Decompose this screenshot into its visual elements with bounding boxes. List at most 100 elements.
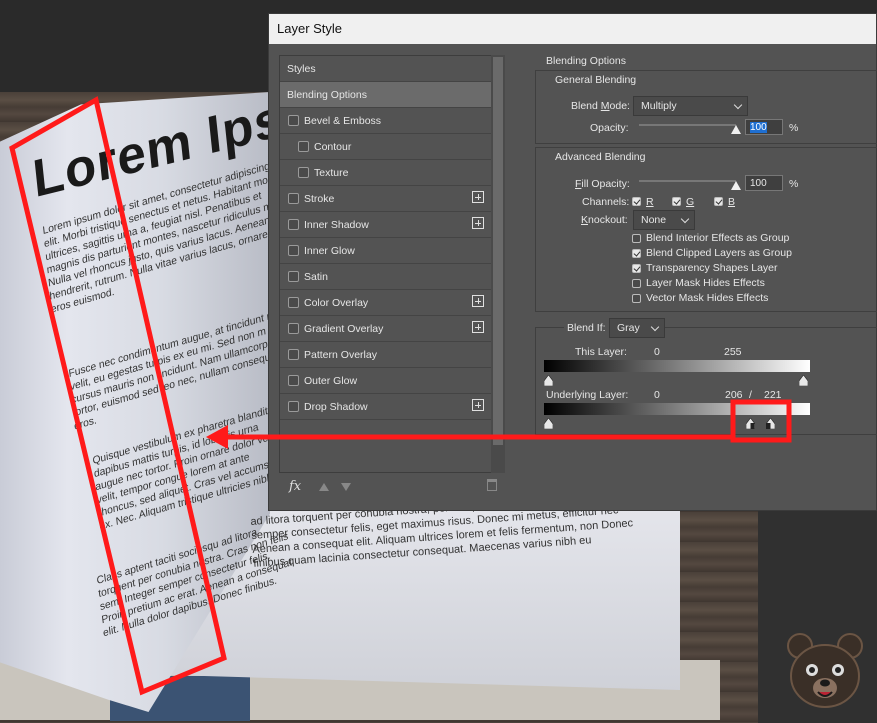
style-checkbox[interactable] [288, 323, 299, 334]
styles-scrollbar[interactable] [491, 55, 505, 473]
layer-style-dialog[interactable]: Layer Style Styles Blending Options Bevel … [268, 13, 877, 511]
dialog-titlebar[interactable]: Layer Style [269, 14, 876, 44]
underlying-white-slider-right-half[interactable] [766, 418, 775, 429]
opacity-slider-thumb[interactable] [731, 125, 741, 134]
add-effect-plus-icon[interactable] [472, 295, 484, 307]
option-blend-interior-effects-as-group-checkbox[interactable] [632, 234, 641, 243]
style-item-drop-shadow[interactable]: Drop Shadow [280, 394, 492, 420]
style-item-label: Drop Shadow [304, 400, 368, 413]
underlying-sep: / [749, 389, 752, 401]
add-effect-plus-icon[interactable] [472, 399, 484, 411]
style-item-label: Contour [314, 140, 352, 153]
style-item-stroke[interactable]: Stroke [280, 186, 492, 212]
option-layer-mask-hides-effects-checkbox[interactable] [632, 279, 641, 288]
option-label: Blend Clipped Layers as Group [646, 247, 792, 259]
this-layer-gradient[interactable] [544, 360, 810, 372]
style-checkbox[interactable] [298, 167, 309, 178]
opacity-slider[interactable] [639, 124, 736, 126]
opacity-label: Opacity: [590, 122, 629, 134]
style-item-pattern-overlay[interactable]: Pattern Overlay [280, 342, 492, 368]
style-checkbox[interactable] [288, 245, 299, 256]
blending-options-panel: Blending Options General Blending Blend … [524, 55, 877, 500]
option-transparency-shapes-layer-checkbox[interactable] [632, 264, 641, 273]
blend-if-dropdown[interactable]: Gray [609, 318, 665, 338]
style-checkbox[interactable] [288, 297, 299, 308]
channel-r-label: R [646, 196, 654, 208]
channel-b-label: B [728, 196, 736, 208]
this-layer-white-slider[interactable] [799, 375, 808, 386]
underlying-layer-gradient[interactable] [544, 403, 810, 415]
fill-opacity-slider[interactable] [639, 180, 736, 182]
style-item-label: Bevel & Emboss [304, 114, 382, 127]
underlying-low: 0 [654, 389, 660, 401]
option-vector-mask-hides-effects-checkbox[interactable] [632, 294, 641, 303]
opacity-input[interactable]: 100 [745, 119, 783, 135]
option-label: Vector Mask Hides Effects [646, 292, 769, 304]
scrollbar-thumb[interactable] [493, 57, 503, 445]
channel-r-checkbox[interactable] [632, 197, 641, 206]
style-item-styles[interactable]: Styles [280, 56, 492, 82]
style-item-inner-shadow[interactable]: Inner Shadow [280, 212, 492, 238]
style-item-label: Color Overlay [304, 296, 369, 309]
dialog-title: Layer Style [277, 21, 343, 36]
style-item-outer-glow[interactable]: Outer Glow [280, 368, 492, 394]
general-blending-title: General Blending [555, 74, 637, 86]
chevron-down-icon [650, 322, 660, 332]
chevron-down-icon [733, 100, 743, 110]
channels-label: Channels: [582, 196, 630, 208]
blend-mode-dropdown[interactable]: Multiply [633, 96, 748, 116]
underlying-layer-label: Underlying Layer: [546, 389, 629, 401]
underlying-white-slider-left-half[interactable] [746, 418, 755, 429]
style-checkbox[interactable] [288, 219, 299, 230]
style-checkbox[interactable] [288, 193, 299, 204]
this-layer-high: 255 [724, 346, 742, 358]
underlying-black-slider[interactable] [544, 418, 553, 429]
fill-opacity-input[interactable]: 100 [745, 175, 783, 191]
style-item-inner-glow[interactable]: Inner Glow [280, 238, 492, 264]
style-item-label: Blending Options [287, 88, 367, 101]
effects-toolbar: fx [279, 474, 505, 499]
knockout-dropdown[interactable]: None [633, 210, 695, 230]
add-effect-plus-icon[interactable] [472, 321, 484, 333]
style-item-label: Inner Glow [304, 244, 355, 257]
style-checkbox[interactable] [288, 375, 299, 386]
style-item-blending-options[interactable]: Blending Options [280, 82, 492, 108]
add-effect-plus-icon[interactable] [472, 191, 484, 203]
style-item-satin[interactable]: Satin [280, 264, 492, 290]
this-layer-label: This Layer: [575, 346, 627, 358]
style-checkbox[interactable] [288, 271, 299, 282]
style-item-label: Inner Shadow [304, 218, 369, 231]
style-item-color-overlay[interactable]: Color Overlay [280, 290, 492, 316]
style-checkbox[interactable] [298, 141, 309, 152]
blending-options-title: Blending Options [546, 55, 626, 67]
style-item-bevel-emboss[interactable]: Bevel & Emboss [280, 108, 492, 134]
this-layer-low: 0 [654, 346, 660, 358]
blend-if-group [535, 327, 877, 435]
style-item-contour[interactable]: Contour [280, 134, 492, 160]
knockout-label: Knockout: [581, 214, 628, 226]
channel-g-checkbox[interactable] [672, 197, 681, 206]
opacity-unit: % [789, 122, 799, 134]
option-label: Layer Mask Hides Effects [646, 277, 765, 289]
style-checkbox[interactable] [288, 349, 299, 360]
this-layer-black-slider[interactable] [544, 375, 553, 386]
style-checkbox[interactable] [288, 115, 299, 126]
move-up-icon[interactable] [319, 482, 330, 491]
underlying-high-b: 221 [764, 389, 782, 401]
fill-opacity-slider-thumb[interactable] [731, 181, 741, 190]
style-checkbox[interactable] [288, 401, 299, 412]
style-item-label: Gradient Overlay [304, 322, 384, 335]
blend-if-label: Blend If: [564, 322, 609, 334]
option-blend-clipped-layers-as-group-checkbox[interactable] [632, 249, 641, 258]
move-down-icon[interactable] [341, 482, 352, 491]
blend-mode-label: Blend Mode: [571, 100, 630, 112]
channel-b-checkbox[interactable] [714, 197, 723, 206]
style-item-gradient-overlay[interactable]: Gradient Overlay [280, 316, 492, 342]
option-label: Transparency Shapes Layer [646, 262, 778, 274]
style-item-texture[interactable]: Texture [280, 160, 492, 186]
option-label: Blend Interior Effects as Group [646, 232, 790, 244]
add-effect-plus-icon[interactable] [472, 217, 484, 229]
fx-button[interactable]: fx [289, 479, 301, 494]
trash-icon[interactable] [487, 479, 497, 491]
styles-list: Styles Blending Options Bevel & Emboss Cont… [279, 55, 493, 473]
